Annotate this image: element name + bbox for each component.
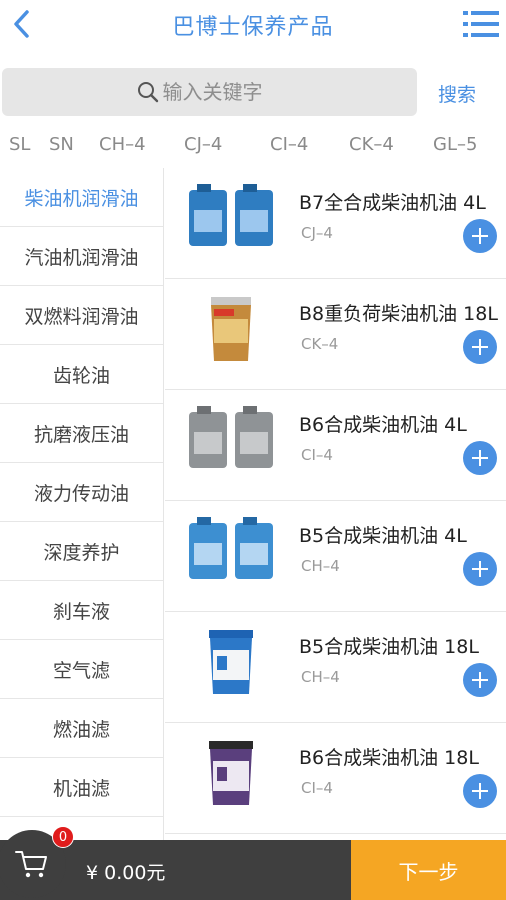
add-to-cart-button[interactable] [463, 330, 497, 364]
product-name: B6合成柴油机油 4L [299, 414, 467, 436]
category-item[interactable]: 燃油滤 [0, 699, 163, 758]
product-item[interactable]: B5合成柴油机油 4L CH–4 [165, 501, 506, 612]
product-list: B7全合成柴油机油 4L CJ–4 B8重负荷柴油机油 18L CK–4 B6合… [165, 168, 506, 840]
product-spec: CK–4 [301, 335, 339, 353]
plus-icon [472, 672, 488, 688]
plus-icon [472, 450, 488, 466]
search-icon [137, 82, 158, 103]
search-input[interactable] [162, 80, 283, 104]
product-image-orange-bucket [211, 297, 251, 361]
category-item[interactable]: 机油滤 [0, 758, 163, 817]
spec-filter-gl5[interactable]: GL–5 [433, 134, 477, 155]
product-image-blue-bucket [209, 630, 253, 694]
list-menu-icon [463, 11, 499, 37]
app-root: 巴博士保养产品 搜索 SL SN CH–4 CJ–4 CI [0, 0, 506, 900]
category-item[interactable]: 深度养护 [0, 522, 163, 581]
category-item[interactable]: 齿轮油 [0, 345, 163, 404]
spec-filter-row: SL SN CH–4 CJ–4 CI–4 CK–4 GL–5 [0, 130, 506, 162]
add-to-cart-button[interactable] [463, 774, 497, 808]
spec-filter-sn[interactable]: SN [49, 134, 74, 155]
product-name: B5合成柴油机油 4L [299, 525, 467, 547]
product-spec: CH–4 [301, 668, 340, 686]
plus-icon [472, 561, 488, 577]
category-item[interactable]: 汽油机润滑油 [0, 227, 163, 286]
chevron-left-icon [14, 10, 29, 38]
category-item[interactable]: 空气滤 [0, 640, 163, 699]
product-spec: CI–4 [301, 446, 333, 464]
search-row: 搜索 [0, 68, 506, 118]
product-item[interactable]: B6合成柴油机油 4L CI–4 [165, 390, 506, 501]
product-item[interactable]: B6合成柴油机油 18L CI–4 [165, 723, 506, 834]
spec-filter-ck4[interactable]: CK–4 [349, 134, 394, 155]
product-image-blue-jugs [189, 184, 273, 246]
plus-icon [472, 339, 488, 355]
back-button[interactable] [6, 6, 38, 42]
product-name: B7全合成柴油机油 4L [299, 192, 486, 214]
cart-total: ¥ 0.00元 [86, 862, 166, 884]
next-step-button[interactable]: 下一步 [351, 840, 506, 900]
menu-button[interactable] [462, 8, 500, 40]
category-item[interactable]: 刹车液 [0, 581, 163, 640]
spec-filter-ci4[interactable]: CI–4 [270, 134, 308, 155]
search-button[interactable]: 搜索 [438, 80, 476, 107]
product-item[interactable]: B7全合成柴油机油 4L CJ–4 [165, 168, 506, 279]
product-item[interactable]: B5合成柴油机油 18L CH–4 [165, 612, 506, 723]
category-item[interactable]: 双燃料润滑油 [0, 286, 163, 345]
product-spec: CJ–4 [301, 224, 333, 242]
header: 巴博士保养产品 [0, 0, 506, 50]
category-sidebar: 柴油机润滑油 汽油机润滑油 双燃料润滑油 齿轮油 抗磨液压油 液力传动油 深度养… [0, 168, 164, 840]
product-spec: CH–4 [301, 557, 340, 575]
product-image-gray-jugs [189, 406, 273, 468]
category-item[interactable]: 液力传动油 [0, 463, 163, 522]
product-name: B6合成柴油机油 18L [299, 747, 479, 769]
add-to-cart-button[interactable] [463, 441, 497, 475]
add-to-cart-button[interactable] [463, 552, 497, 586]
plus-icon [472, 228, 488, 244]
plus-icon [472, 783, 488, 799]
add-to-cart-button[interactable] [463, 219, 497, 253]
product-image-purple-bucket [209, 741, 253, 805]
spec-filter-cj4[interactable]: CJ–4 [184, 134, 222, 155]
page-title: 巴博士保养产品 [172, 15, 334, 40]
product-name: B8重负荷柴油机油 18L [299, 303, 498, 325]
add-to-cart-button[interactable] [463, 663, 497, 697]
search-box[interactable] [2, 68, 417, 116]
category-item[interactable]: 柴油机润滑油 [0, 168, 163, 227]
cart-count-badge: 0 [52, 826, 74, 848]
spec-filter-sl[interactable]: SL [9, 134, 30, 155]
shopping-cart-icon [15, 851, 47, 878]
product-name: B5合成柴油机油 18L [299, 636, 479, 658]
spec-filter-ch4[interactable]: CH–4 [99, 134, 146, 155]
product-image-blue-jugs [189, 517, 273, 579]
category-item[interactable]: 抗磨液压油 [0, 404, 163, 463]
bottom-bar: ¥ 0.00元 下一步 [0, 840, 506, 900]
product-spec: CI–4 [301, 779, 333, 797]
product-item[interactable]: B8重负荷柴油机油 18L CK–4 [165, 279, 506, 390]
